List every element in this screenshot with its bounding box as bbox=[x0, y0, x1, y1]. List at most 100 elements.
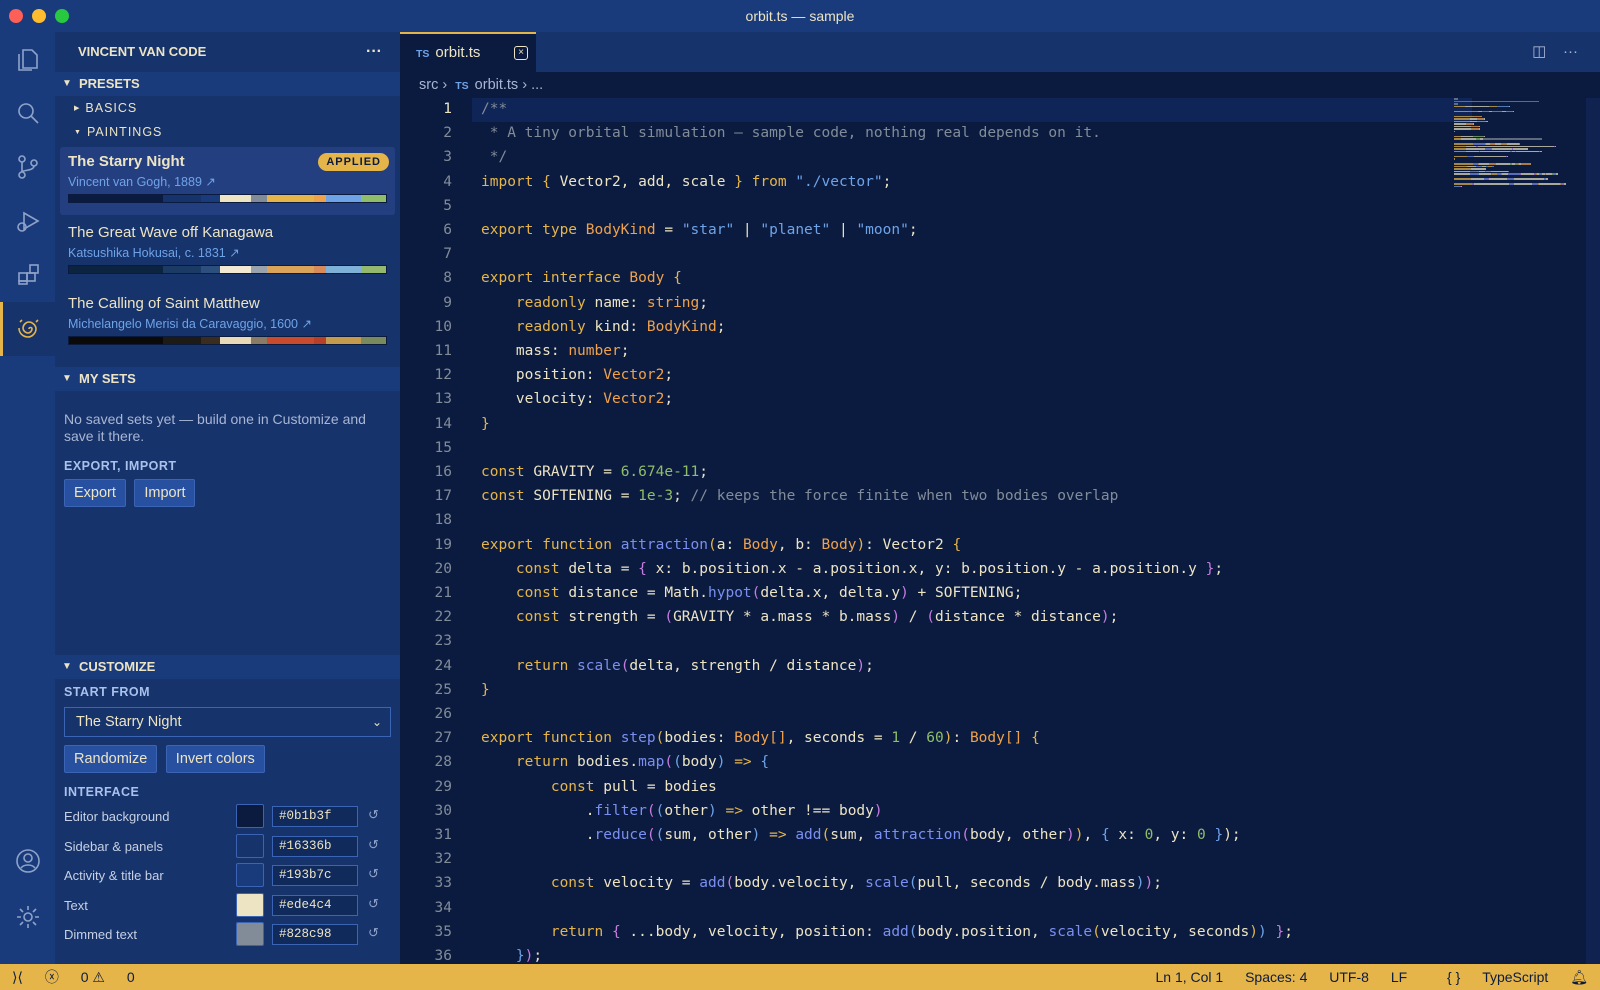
breadcrumb-src[interactable]: src bbox=[419, 77, 438, 93]
my-sets-section-header[interactable]: ▼ MY SETS bbox=[55, 367, 400, 391]
minimap-line bbox=[1454, 125, 1471, 127]
minimap-line bbox=[1454, 178, 1471, 180]
code-line: } bbox=[481, 682, 490, 698]
reset-icon[interactable]: ↺ bbox=[368, 896, 379, 912]
split-editor-icon[interactable]: ◫ bbox=[1532, 43, 1546, 60]
minimap-line bbox=[1469, 118, 1477, 120]
color-swatch[interactable] bbox=[236, 863, 264, 887]
close-tab-icon[interactable]: × bbox=[514, 46, 528, 60]
explorer-icon[interactable] bbox=[0, 32, 55, 86]
minimap-line bbox=[1484, 135, 1486, 137]
minimap-line bbox=[1454, 145, 1466, 147]
code-token: add bbox=[795, 827, 822, 843]
tab-orbit-ts[interactable]: TS orbit.ts × bbox=[400, 32, 536, 72]
palette-color bbox=[326, 195, 361, 202]
code-token: ) bbox=[856, 657, 866, 674]
settings-gear-icon[interactable] bbox=[0, 890, 55, 944]
run-debug-icon[interactable] bbox=[0, 194, 55, 248]
code-token: ; bbox=[664, 367, 674, 384]
encoding[interactable]: UTF-8 bbox=[1329, 969, 1369, 985]
code-token: SOFTENING = bbox=[533, 488, 639, 505]
minimap[interactable] bbox=[1454, 98, 1584, 188]
minimap-line bbox=[1473, 143, 1486, 145]
basics-group[interactable]: ▶ BASICS bbox=[55, 96, 400, 120]
more-actions-icon[interactable]: ··· bbox=[1563, 43, 1578, 60]
code-token: other bbox=[664, 802, 709, 819]
color-swatch[interactable] bbox=[236, 833, 264, 858]
palette-color bbox=[313, 266, 327, 273]
title-bar: orbit.ts — sample bbox=[0, 0, 1600, 32]
problems-indicator[interactable]: ⓧ 0 ⚠ 0 bbox=[45, 969, 135, 985]
code-token: ( bbox=[961, 827, 970, 843]
start-from-select[interactable]: The Starry Night ⌄ bbox=[64, 707, 391, 737]
minimap-line bbox=[1546, 178, 1548, 180]
remote-icon[interactable]: ⟩⟨ bbox=[12, 969, 23, 985]
painting-card[interactable]: The Starry Night Vincent van Gogh, 1889 … bbox=[60, 147, 395, 215]
color-hex-input[interactable]: #0b1b3f bbox=[272, 806, 358, 827]
color-swatch[interactable] bbox=[236, 892, 264, 917]
language-mode[interactable]: { } TypeScript bbox=[1429, 969, 1548, 985]
code-token: { bbox=[1100, 827, 1119, 843]
painting-card[interactable]: The Great Wave off Kanagawa Katsushika H… bbox=[60, 218, 395, 286]
minimap-line bbox=[1492, 148, 1512, 150]
minimap-line bbox=[1540, 150, 1542, 152]
color-hex-input[interactable]: #193b7c bbox=[272, 865, 358, 886]
code-token: GRAVITY * a.mass * b.mass bbox=[673, 609, 892, 626]
account-icon[interactable] bbox=[0, 834, 55, 888]
code-token: ( bbox=[908, 923, 918, 940]
reset-icon[interactable]: ↺ bbox=[368, 925, 379, 941]
code-line: readonly kind: BodyKind; bbox=[481, 319, 726, 335]
invert-colors-button[interactable]: Invert colors bbox=[165, 745, 265, 773]
breadcrumb-more[interactable]: ... bbox=[531, 77, 543, 93]
paintings-group[interactable]: ▼ PAINTINGS bbox=[55, 120, 400, 144]
code-token: 1 bbox=[891, 730, 901, 747]
end-of-line[interactable]: LF bbox=[1391, 969, 1407, 985]
code-token: ) bbox=[891, 609, 901, 626]
color-swatch[interactable] bbox=[236, 804, 264, 828]
customize-section-header[interactable]: ▼ CUSTOMIZE bbox=[55, 655, 400, 679]
code-token: = bbox=[655, 222, 682, 238]
color-swatch[interactable] bbox=[236, 922, 264, 946]
search-icon[interactable] bbox=[0, 86, 55, 140]
extensions-icon[interactable] bbox=[0, 248, 55, 302]
minimize-window-button[interactable] bbox=[32, 9, 46, 23]
cursor-position[interactable]: Ln 1, Col 1 bbox=[1155, 969, 1223, 985]
chevron-right-icon: ▶ bbox=[74, 105, 81, 112]
reset-icon[interactable]: ↺ bbox=[368, 866, 379, 882]
code-token: import bbox=[481, 173, 543, 190]
reset-icon[interactable]: ↺ bbox=[368, 807, 379, 823]
code-token: Vector2 bbox=[603, 391, 665, 408]
color-hex-input[interactable]: #16336b bbox=[272, 835, 358, 857]
vertical-scrollbar[interactable] bbox=[1586, 98, 1600, 964]
color-hex-input[interactable]: #ede4c4 bbox=[272, 894, 358, 916]
code-token: + SOFTENING; bbox=[908, 585, 1023, 601]
minimap-line bbox=[1454, 128, 1471, 130]
maximize-window-button[interactable] bbox=[55, 9, 69, 23]
code-token: x: b.position.x - a.position.x, y: b.pos… bbox=[655, 560, 1206, 577]
presets-section-header[interactable]: ▼ PRESETS bbox=[55, 72, 400, 96]
code-token: ( bbox=[664, 754, 674, 771]
painting-artist-link[interactable]: Vincent van Gogh, 1889 ↗ bbox=[68, 172, 387, 192]
randomize-button[interactable]: Randomize bbox=[64, 745, 158, 773]
code-token: . bbox=[481, 827, 595, 843]
code-token: ; bbox=[1284, 923, 1293, 940]
notifications-bell-icon[interactable]: 🔔︎ bbox=[1570, 969, 1588, 985]
palette-color bbox=[313, 195, 327, 202]
painting-artist-link[interactable]: Katsushika Hokusai, c. 1831 ↗ bbox=[68, 243, 387, 263]
close-window-button[interactable] bbox=[9, 9, 23, 23]
export-button[interactable]: Export bbox=[64, 479, 126, 507]
more-actions-icon[interactable]: ··· bbox=[366, 32, 382, 72]
code-token: } bbox=[734, 173, 743, 190]
color-hex-input[interactable]: #828c98 bbox=[272, 924, 358, 945]
source-control-icon[interactable] bbox=[0, 140, 55, 194]
breadcrumb-file[interactable]: orbit.ts bbox=[475, 77, 519, 93]
import-button[interactable]: Import bbox=[134, 479, 196, 507]
code-token: => bbox=[760, 827, 796, 843]
reset-icon[interactable]: ↺ bbox=[368, 837, 379, 853]
indentation[interactable]: Spaces: 4 bbox=[1245, 969, 1307, 985]
painting-card[interactable]: The Calling of Saint Matthew Michelangel… bbox=[60, 289, 395, 357]
code-token: ) bbox=[873, 802, 883, 819]
theme-spiral-icon[interactable] bbox=[0, 302, 55, 356]
minimap-line bbox=[1488, 163, 1496, 165]
painting-artist-link[interactable]: Michelangelo Merisi da Caravaggio, 1600 … bbox=[68, 314, 387, 334]
